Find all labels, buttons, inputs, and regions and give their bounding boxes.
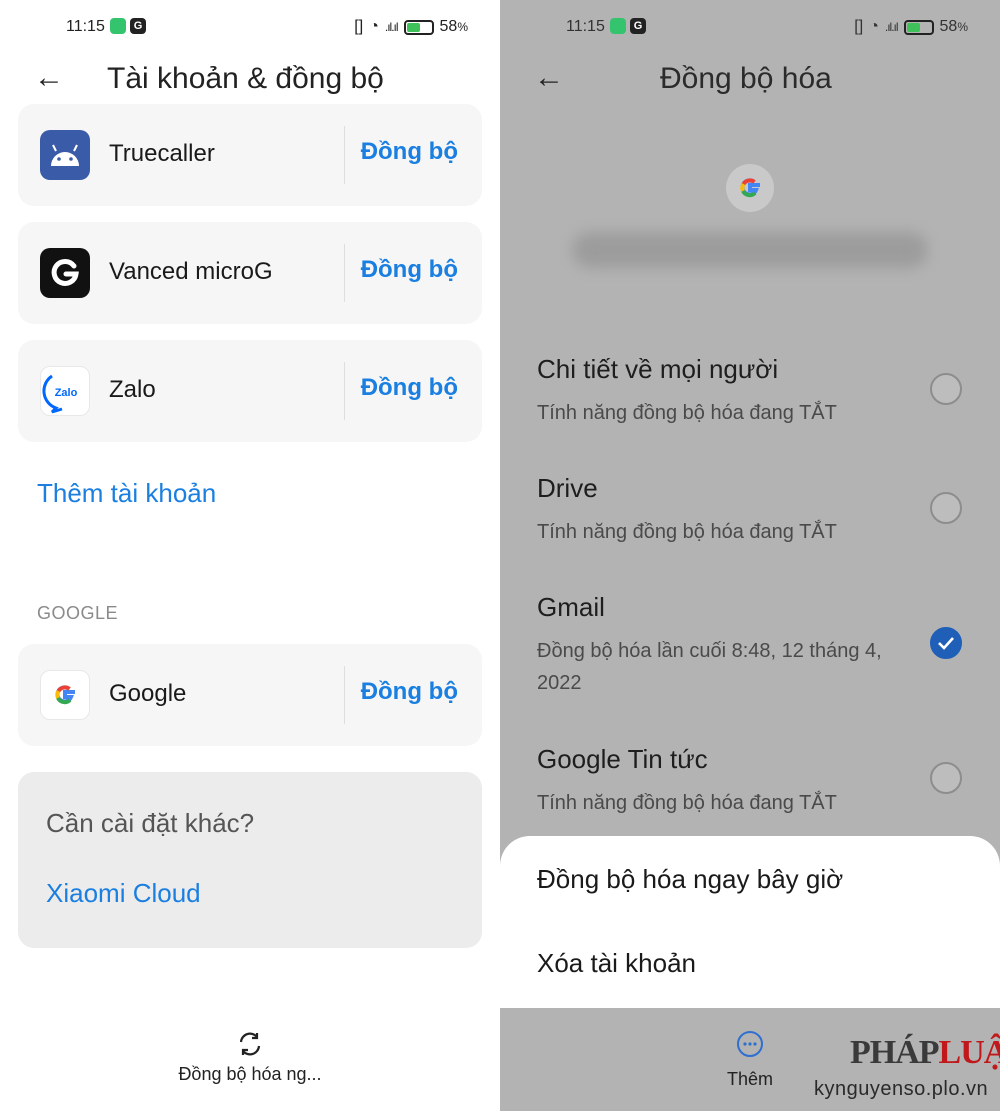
sync-button[interactable]: Đồng bộ <box>361 138 458 166</box>
sync-now-option[interactable]: Đồng bộ hóa ngay bây giờ <box>537 864 843 895</box>
bottom-sync-now-button[interactable]: Đồng bộ hóa ng... <box>0 1030 500 1085</box>
watermark-url: kynguyenso.plo.vn <box>814 1078 989 1100</box>
account-name: Truecaller <box>109 140 215 167</box>
alarm-icon: ◔ <box>869 18 879 35</box>
notification-app-icon <box>110 18 126 34</box>
remove-account-option[interactable]: Xóa tài khoản <box>537 948 696 979</box>
more-label: Thêm <box>726 1069 773 1089</box>
account-card-google[interactable]: Google Đồng bộ <box>18 644 482 746</box>
vibrate-icon: [] <box>354 18 364 35</box>
sync-item-title: Google Tin tức <box>537 744 708 774</box>
check-icon <box>938 637 954 650</box>
account-card-zalo[interactable]: Zalo Zalo Đồng bộ <box>18 340 482 442</box>
header: ← Tài khoản & đồng bộ <box>0 58 500 102</box>
more-icon <box>737 1031 763 1057</box>
back-button[interactable]: ← <box>534 60 564 96</box>
sync-button[interactable]: Đồng bộ <box>361 374 458 402</box>
sync-item-title: Chi tiết về mọi người <box>537 354 779 384</box>
sync-item-google-news[interactable]: Google Tin tức Tính năng đồng bộ hóa đan… <box>537 744 977 819</box>
bottom-action-bar: Thêm PHÁPLUẬT kynguyenso.plo.vn <box>500 1008 1000 1111</box>
status-bar: 11:15 G [] ◔ .ıl.ıl 58% <box>500 14 1000 42</box>
account-card-vanced-microg[interactable]: Vanced microG Đồng bộ <box>18 222 482 324</box>
sync-screen: 11:15 G [] ◔ .ıl.ıl 58% ← Đồng bộ hóa Ch… <box>500 0 1000 1111</box>
section-header-google: GOOGLE <box>37 603 119 623</box>
sync-item-subtitle: Đồng bộ hóa lần cuối 8:48, 12 tháng 4, 2… <box>537 640 882 694</box>
bottom-sync-label: Đồng bộ hóa ng... <box>178 1064 322 1084</box>
g-letter-icon <box>40 248 90 298</box>
g-notification-icon: G <box>630 18 646 34</box>
page-title: Đồng bộ hóa <box>660 62 832 95</box>
sync-toggle-google-news[interactable] <box>930 762 962 794</box>
battery-icon <box>903 19 934 35</box>
add-account-link[interactable]: Thêm tài khoản <box>37 478 216 509</box>
alarm-icon: ◔ <box>369 18 379 35</box>
sync-button[interactable]: Đồng bộ <box>361 678 458 706</box>
status-time: 11:15 <box>566 18 605 35</box>
sync-item-drive[interactable]: Drive Tính năng đồng bộ hóa đang TẮT <box>537 473 977 548</box>
battery-icon <box>403 19 434 35</box>
sync-item-subtitle: Tính năng đồng bộ hóa đang TẮT <box>537 402 837 424</box>
account-email-blurred <box>572 232 928 268</box>
xiaomi-cloud-link[interactable]: Xiaomi Cloud <box>46 878 201 909</box>
google-g-icon <box>726 164 774 212</box>
back-button[interactable]: ← <box>34 60 64 96</box>
zalo-icon: Zalo <box>40 366 90 416</box>
sync-icon <box>239 1032 261 1056</box>
sync-item-title: Gmail <box>537 592 605 622</box>
signal-icon: .ıl.ıl <box>384 20 399 34</box>
sync-item-gmail[interactable]: Gmail Đồng bộ hóa lần cuối 8:48, 12 thán… <box>537 592 977 699</box>
options-bottom-sheet: Đồng bộ hóa ngay bây giờ Xóa tài khoản <box>500 836 1000 1008</box>
android-icon <box>40 130 90 180</box>
watermark-logo: PHÁPLUẬT <box>850 1034 1000 1071</box>
account-name: Vanced microG <box>109 258 273 285</box>
g-notification-icon: G <box>130 18 146 34</box>
signal-icon: .ıl.ıl <box>884 20 899 34</box>
page-title: Tài khoản & đồng bộ <box>107 62 384 95</box>
battery-percent: 58% <box>939 18 968 35</box>
vibrate-icon: [] <box>854 18 864 35</box>
sync-button[interactable]: Đồng bộ <box>361 256 458 284</box>
account-name: Zalo <box>109 376 156 403</box>
other-settings-box: Cần cài đặt khác? Xiaomi Cloud <box>18 772 482 948</box>
sync-item-subtitle: Tính năng đồng bộ hóa đang TẮT <box>537 792 837 814</box>
zalo-icon-text: Zalo <box>55 387 78 399</box>
battery-percent: 58% <box>439 18 468 35</box>
accounts-sync-screen: 11:15 G [] ◔ .ıl.ıl 58% ← Tài khoản & đồ… <box>0 0 500 1111</box>
account-name: Google <box>109 680 187 707</box>
sync-toggle-gmail[interactable] <box>930 627 962 659</box>
sync-toggle-people[interactable] <box>930 373 962 405</box>
sync-toggle-drive[interactable] <box>930 492 962 524</box>
account-card-truecaller[interactable]: Truecaller Đồng bộ <box>18 104 482 206</box>
notification-app-icon <box>610 18 626 34</box>
google-g-icon <box>40 670 90 720</box>
sync-item-people[interactable]: Chi tiết về mọi người Tính năng đồng bộ … <box>537 354 977 429</box>
sync-item-subtitle: Tính năng đồng bộ hóa đang TẮT <box>537 521 837 543</box>
status-bar: 11:15 G [] ◔ .ıl.ıl 58% <box>0 14 500 42</box>
more-button[interactable]: Thêm <box>726 1030 774 1090</box>
header: ← Đồng bộ hóa <box>500 58 1000 102</box>
sync-item-title: Drive <box>537 473 598 503</box>
other-settings-question: Cần cài đặt khác? <box>46 808 255 838</box>
status-time: 11:15 <box>66 18 105 35</box>
